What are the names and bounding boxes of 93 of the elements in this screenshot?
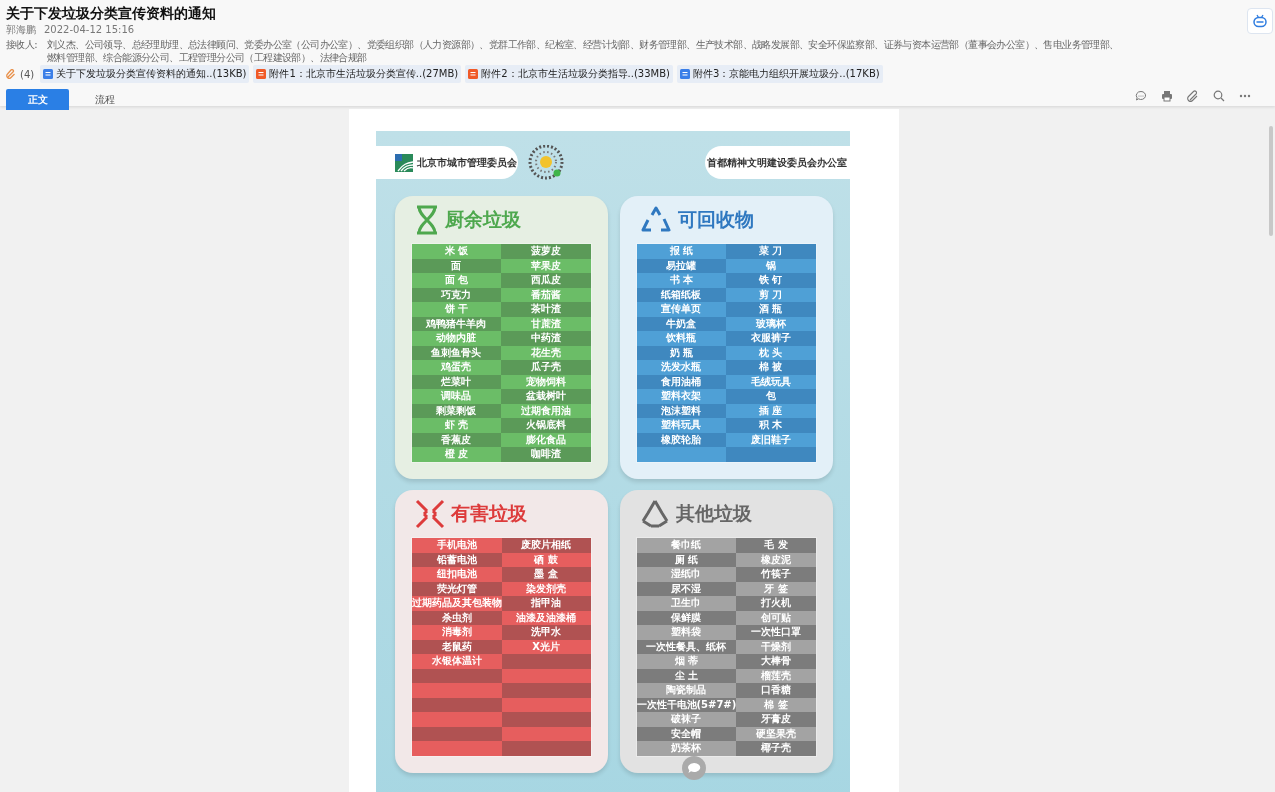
table-cell: 虾 壳	[411, 418, 501, 433]
attachment-count: (4)	[20, 68, 35, 80]
table-cell: 竹筷子	[736, 567, 816, 582]
table-cell: 指甲油	[501, 596, 591, 611]
table-cell: 包	[726, 389, 816, 404]
comment-icon[interactable]	[1135, 90, 1147, 102]
file-icon	[43, 69, 54, 79]
table-cell: 纽扣电池	[411, 567, 502, 582]
tab[interactable]: 流程	[73, 89, 136, 110]
table-cell: 口香糖	[736, 683, 816, 698]
date-time: 2022-04-12 15:16	[44, 23, 135, 37]
table-cell: 过期药品及其包装物	[411, 596, 502, 611]
table-cell: 墨 盒	[501, 567, 591, 582]
table-cell: 咖啡渣	[501, 447, 591, 462]
table-cell: 塑料玩具	[636, 418, 726, 433]
hourglass-icon	[414, 204, 439, 235]
robot-icon	[1252, 14, 1268, 28]
table-cell: 破袜子	[636, 712, 737, 727]
table-cell: 盆栽树叶	[501, 389, 591, 404]
table-cell: 塑料袋	[636, 625, 737, 640]
table-cell: 西瓜皮	[501, 273, 591, 288]
file-icon	[256, 69, 267, 79]
table-cell: 塑料衣架	[636, 389, 726, 404]
table-cell: 奶茶杯	[636, 741, 737, 756]
recipients-label: 接收人:	[6, 38, 38, 52]
logo-icon	[394, 153, 413, 172]
table-cell: 瓜子壳	[501, 360, 591, 375]
assistant-button[interactable]	[1247, 8, 1273, 34]
table-cell: 洗甲水	[501, 625, 591, 640]
table-cell: 一次性口罩	[736, 625, 816, 640]
table-cell: 米 饭	[411, 244, 501, 259]
table-cell: 手机电池	[411, 538, 502, 553]
table-cell: 动物内脏	[411, 331, 501, 346]
table-cell: 消毒剂	[411, 625, 502, 640]
table-cell: 饮料瓶	[636, 331, 726, 346]
table-cell: 酒 瓶	[726, 302, 816, 317]
table-cell: 鸡蛋壳	[411, 360, 501, 375]
attachment-chip[interactable]: 附件3：京能电力组织开展垃圾分..(17KB)	[677, 65, 883, 83]
chat-bubble-icon	[687, 762, 701, 774]
recycle-icon	[639, 205, 672, 234]
table-cell: 茶叶渣	[501, 302, 591, 317]
category-title: 有害垃圾	[450, 500, 527, 526]
table-cell: 洗发水瓶	[636, 360, 726, 375]
tab[interactable]: 正文	[6, 89, 69, 110]
table-cell: 火锅底料	[501, 418, 591, 433]
scrollbar[interactable]	[1269, 126, 1273, 236]
file-icon	[680, 69, 690, 79]
table-cell: 大棒骨	[736, 654, 816, 669]
table-cell: 废胶片相纸	[501, 538, 591, 553]
table-cell: 餐巾纸	[636, 538, 737, 553]
print-icon[interactable]	[1161, 90, 1173, 102]
recipients-list: 刘义杰、公司领导、总经理助理、总法律顾问、党委办公室（公司办公室）、党委组织部（人力资源部）、党群工作部、纪检室、经营计划部、财务管理部、生产技术部、战略发展部、安全环保监察部、证券与资本运营部（董事会办公室）、售电业务管理部、燃料管理部、综合能源分公司、工程管理分公司（工程建设部）、法律合规部	[47, 38, 1127, 64]
table-cell: 衣服裤子	[726, 331, 816, 346]
table-cell: 卫生巾	[636, 596, 737, 611]
qr-code-drawing	[526, 144, 565, 181]
attachment-chip[interactable]: 关于下发垃圾分类宣传资料的通知..(13KB)	[40, 65, 250, 83]
paperclip-icon[interactable]	[1187, 90, 1199, 102]
more-icon[interactable]	[1239, 94, 1251, 98]
table-cell: 调味品	[411, 389, 501, 404]
table-cell: 棉 被	[726, 360, 816, 375]
attachment-chip[interactable]: 附件1：北京市生活垃圾分类宣传..(27MB)	[253, 65, 462, 83]
table-cell: 饼 干	[411, 302, 501, 317]
table-cell: 报 纸	[636, 244, 726, 259]
table-cell: 中药渣	[501, 331, 591, 346]
author-name: 郭海鹏	[6, 23, 36, 37]
table-cell: 牙膏皮	[736, 712, 816, 727]
paperclip-icon	[6, 69, 16, 79]
category-title: 可回收物	[677, 206, 754, 232]
hazard-cross-icon	[414, 498, 445, 529]
table-cell: 毛 发	[736, 538, 816, 553]
category-title: 厨余垃圾	[444, 206, 521, 232]
table-cell: 面 包	[411, 273, 501, 288]
table-cell: 铁 钉	[726, 273, 816, 288]
table-cell: 打火机	[736, 596, 816, 611]
organization-name: 首都精神文明建设委员会办公室	[707, 155, 847, 170]
file-icon	[468, 69, 479, 79]
category-title: 其他垃圾	[675, 500, 752, 526]
table-cell: 橙 皮	[411, 447, 501, 462]
document-title: 关于下发垃圾分类宣传资料的通知	[6, 4, 216, 22]
table-cell: 菜 刀	[726, 244, 816, 259]
attachment-chip[interactable]: 附件2：北京市生活垃圾分类指导..(33MB)	[465, 65, 673, 83]
recycle-icon	[639, 498, 670, 529]
organization-name: 北京市城市管理委员会	[416, 155, 517, 170]
table-cell: 湿纸巾	[636, 567, 737, 582]
table-cell: 积 木	[726, 418, 816, 433]
table-cell: 书 本	[636, 273, 726, 288]
table-cell: 椰子壳	[736, 741, 816, 756]
table-cell: 烟 蒂	[636, 654, 737, 669]
table-cell: 菠萝皮	[501, 244, 591, 259]
table-cell: 水银体温计	[411, 654, 502, 669]
table-cell: 宣传单页	[636, 302, 726, 317]
table-cell: 陶瓷制品	[636, 683, 737, 698]
search-icon[interactable]	[1213, 90, 1225, 102]
